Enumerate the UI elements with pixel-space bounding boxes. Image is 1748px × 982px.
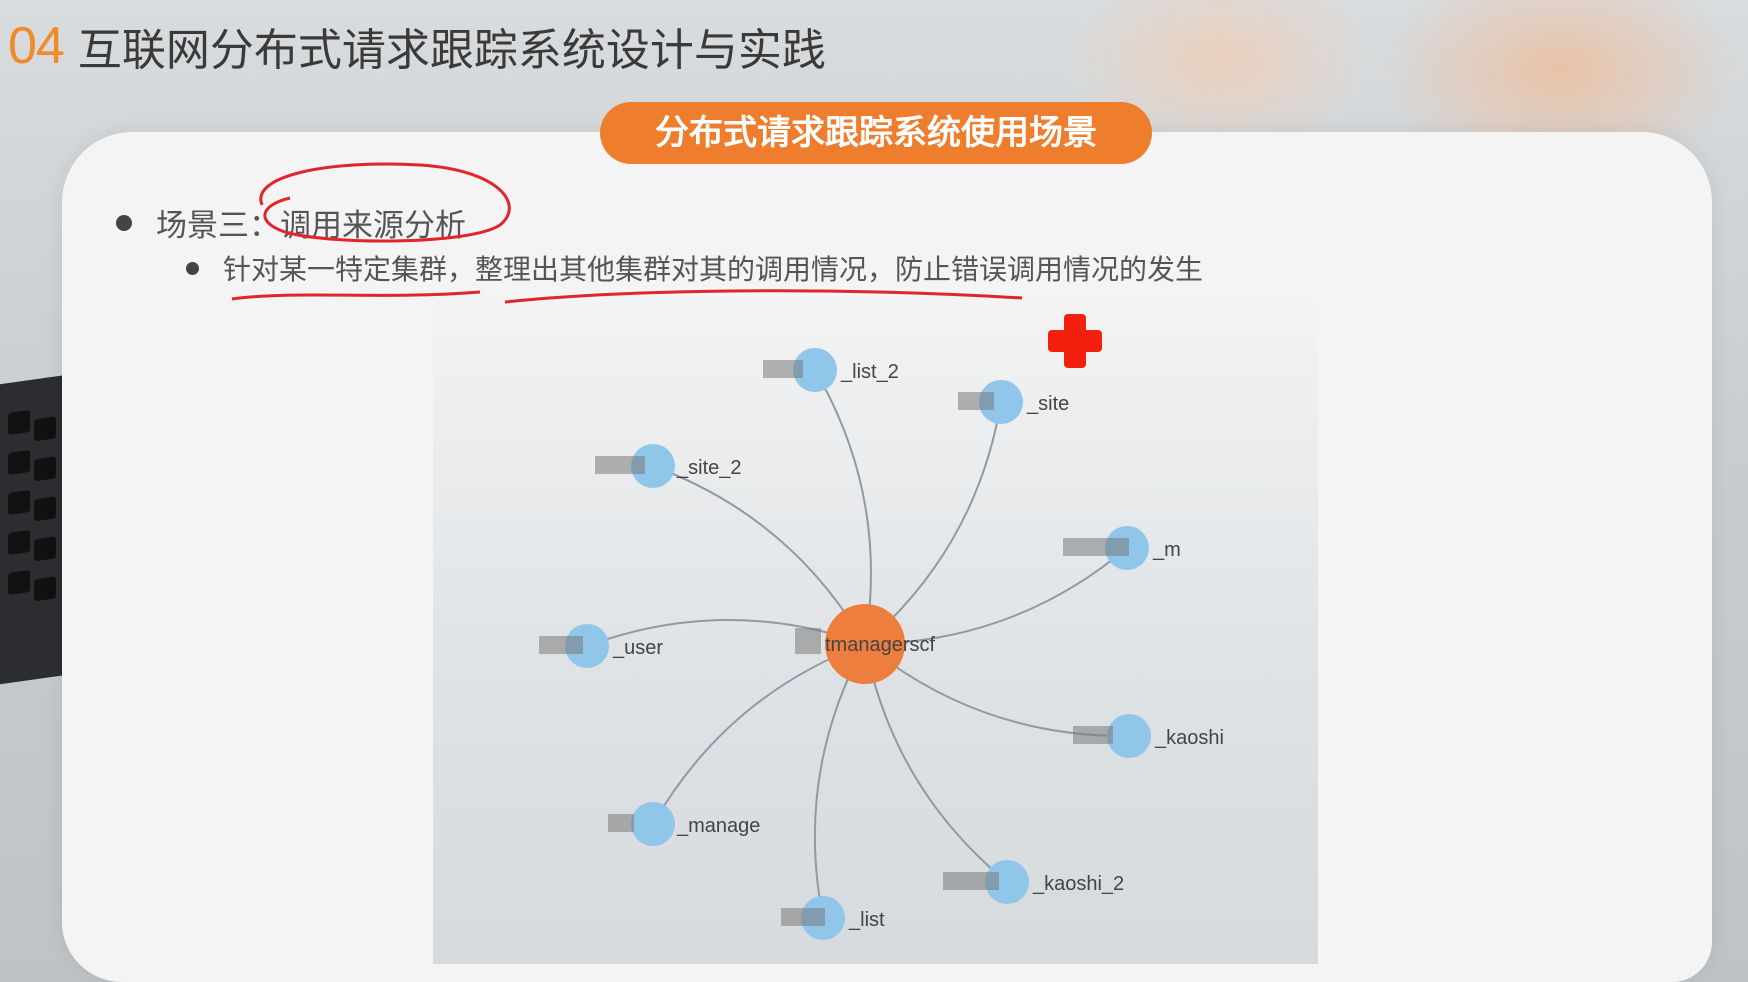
graph-node — [1107, 714, 1151, 758]
bullet-level1: 场景三：调用来源分析 — [116, 200, 466, 245]
graph-node-label: _manage — [676, 815, 760, 837]
section-number: 04 — [8, 17, 65, 75]
graph-edge — [864, 547, 1128, 645]
slide-title: 互联网分布式请求跟踪系统设计与实践 — [77, 25, 826, 76]
section-pill: 分布式请求跟踪系统使用场景 — [600, 102, 1152, 164]
bullet-level2-text: 针对某一特定集群，整理出其他集群对其的调用情况，防止错误调用情况的发生 — [223, 253, 1204, 286]
red-cross-icon — [1048, 314, 1102, 368]
blurred-label-prefix — [763, 360, 803, 378]
laptop-keyboard — [0, 374, 70, 686]
blurred-label-prefix — [608, 814, 634, 832]
graph-edge — [652, 465, 866, 645]
blurred-label-prefix — [958, 392, 994, 410]
blurred-label-prefix — [795, 628, 821, 654]
blurred-label-prefix — [1073, 726, 1113, 744]
graph-node-label: _user — [612, 637, 663, 659]
graph-node — [631, 802, 675, 846]
blurred-label-prefix — [595, 456, 645, 474]
graph-node-label: _list_2 — [840, 361, 899, 383]
graph-edge — [864, 643, 1008, 883]
graph-node-label: _site_2 — [676, 457, 742, 479]
graph-edge — [814, 369, 872, 645]
slide-header: 04 互联网分布式请求跟踪系统设计与实践 — [8, 16, 826, 76]
graph-node-label: _kaoshi — [1154, 727, 1224, 749]
graph-node-label: _list — [848, 909, 885, 931]
graph-edge — [813, 643, 866, 919]
blurred-label-prefix — [781, 908, 825, 926]
bullet-level1-text: 场景三：调用来源分析 — [156, 208, 466, 244]
blurred-label-prefix — [539, 636, 583, 654]
graph-edge — [864, 401, 1002, 645]
bullet-dot — [186, 261, 199, 275]
graph-node-label: _m — [1152, 539, 1181, 561]
graph-node-label: _kaoshi_2 — [1032, 873, 1124, 895]
graph-center-label: tmanagerscf — [825, 634, 935, 656]
blurred-label-prefix — [1063, 538, 1129, 556]
graph-edge — [864, 643, 1130, 738]
call-graph: tmanagerscf _list_2 _site _site_2 _m _user _ka… — [433, 298, 1318, 964]
call-graph-svg: tmanagerscf _list_2 _site _site_2 _m _user _ka… — [539, 348, 1224, 940]
graph-edge — [652, 643, 866, 825]
blurred-label-prefix — [943, 872, 999, 890]
graph-node-label: _site — [1026, 393, 1069, 415]
bullet-dot — [116, 214, 132, 231]
bullet-level2: 针对某一特定集群，整理出其他集群对其的调用情况，防止错误调用情况的发生 — [186, 248, 1203, 288]
